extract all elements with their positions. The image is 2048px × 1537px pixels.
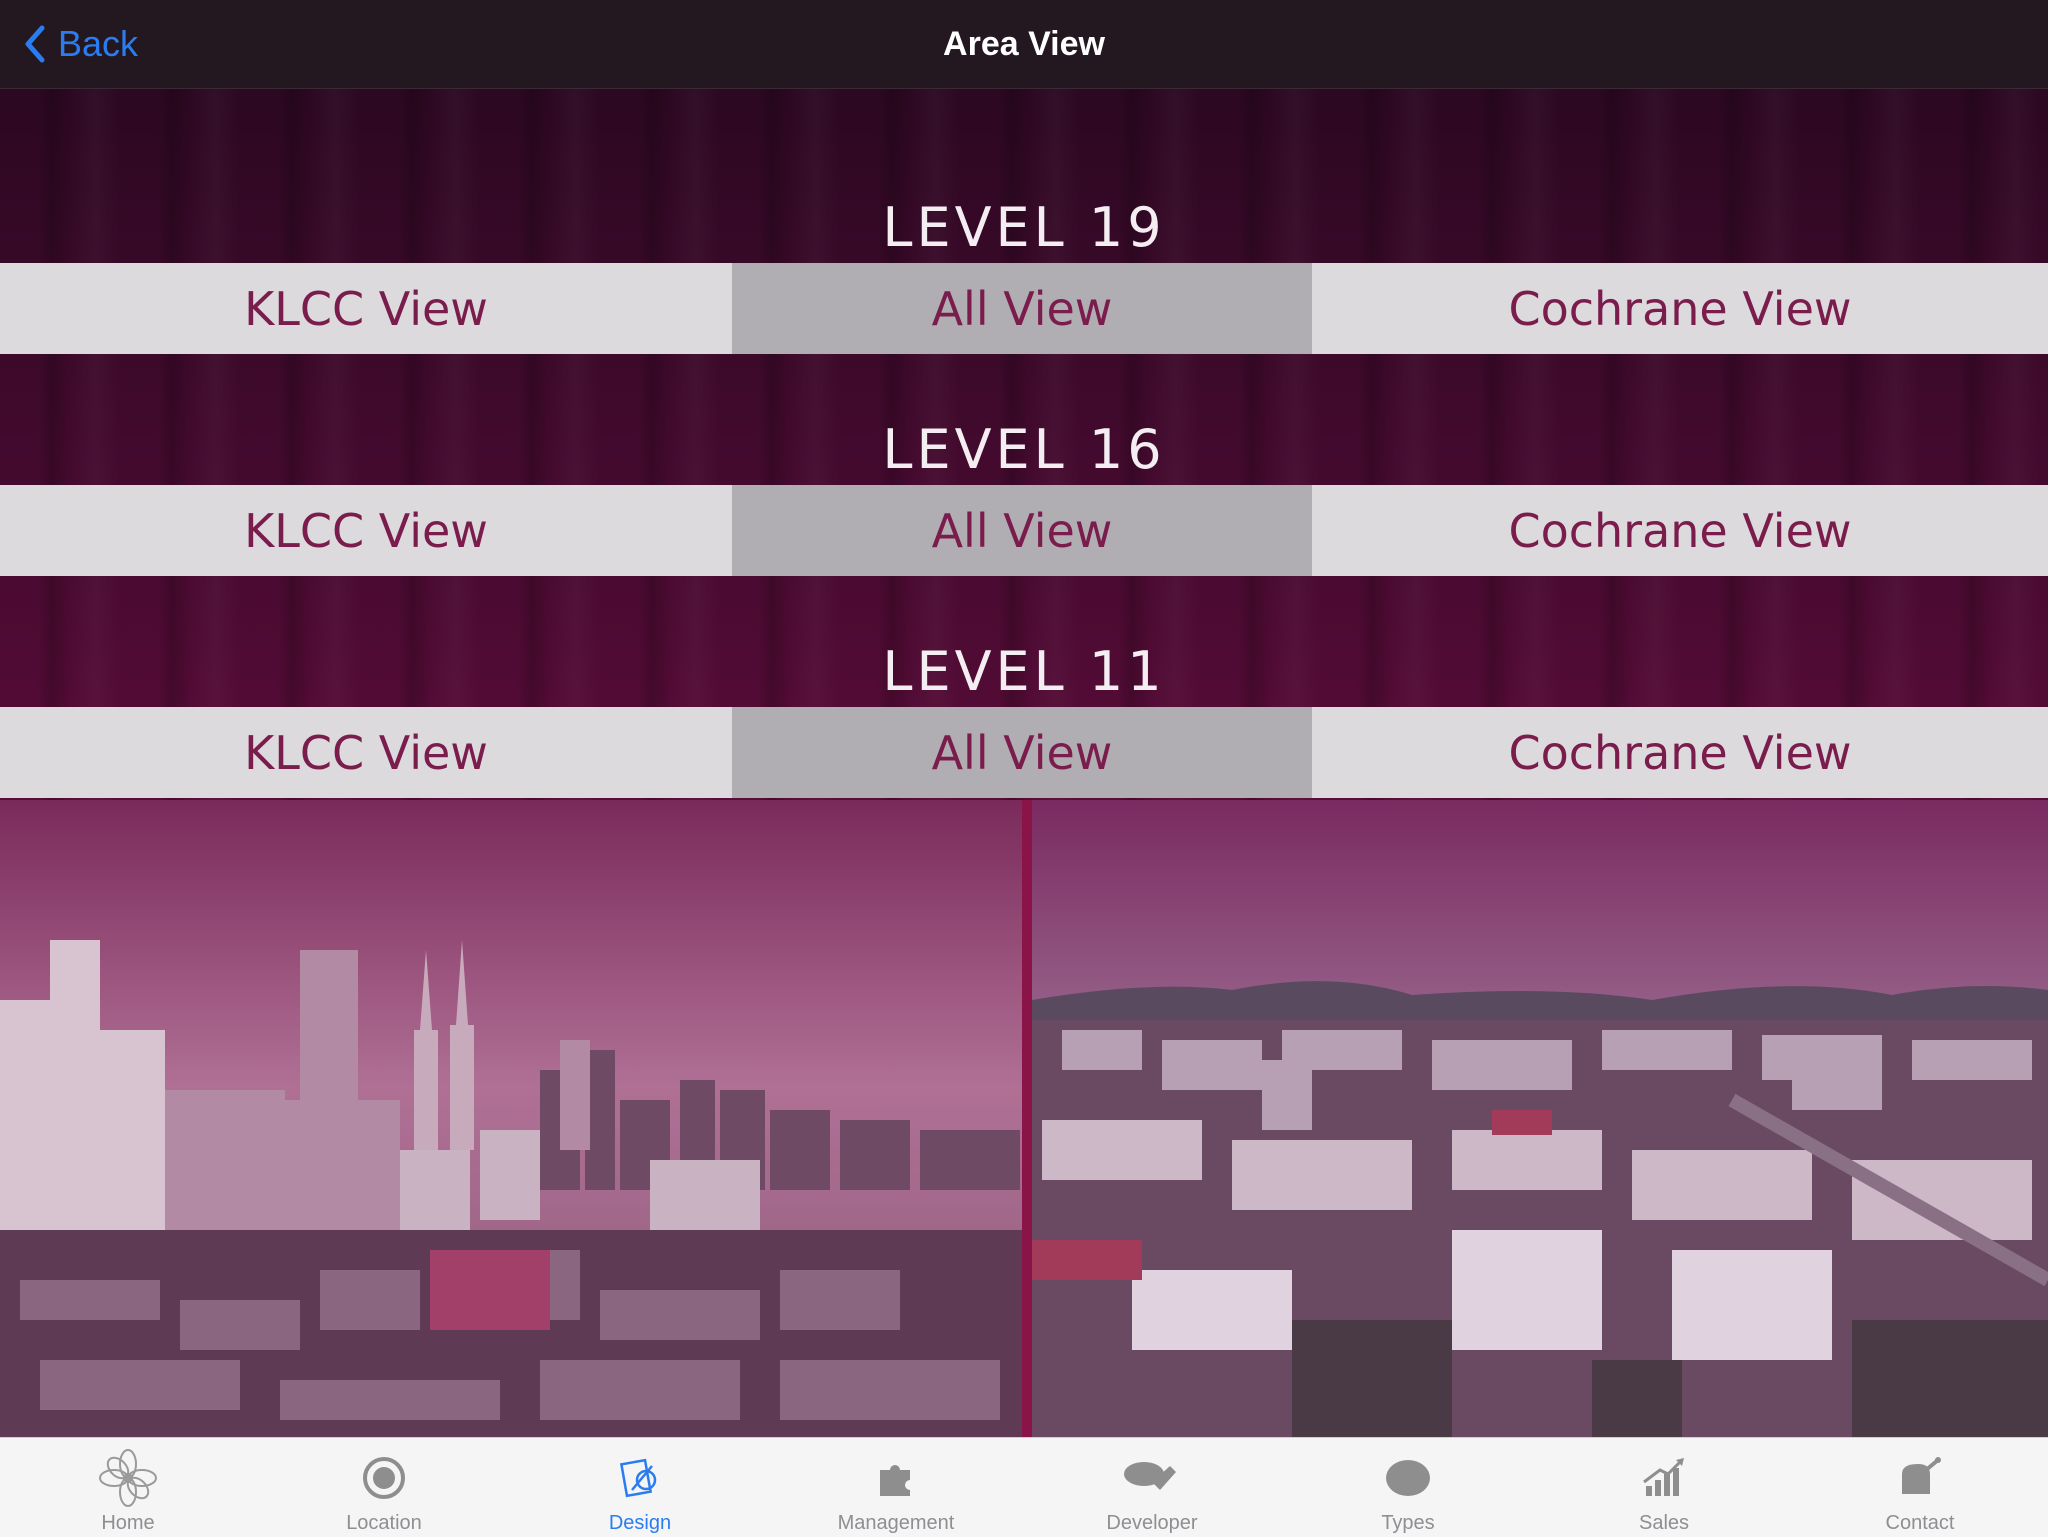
level-16-klcc-view-button[interactable]: KLCC View: [0, 485, 732, 576]
cochrane-view-photo: [1032, 800, 2048, 1437]
level-19-title: LEVEL 19: [882, 196, 1166, 259]
tab-sales[interactable]: Sales: [1536, 1438, 1792, 1537]
flower-icon: [98, 1448, 158, 1508]
level-19-view-row: KLCC View All View Cochrane View: [0, 263, 2048, 354]
tab-types[interactable]: Types: [1280, 1438, 1536, 1537]
level-11-all-view-button[interactable]: All View: [732, 707, 1312, 798]
tab-home-label: Home: [101, 1512, 155, 1534]
level-11-view-row: KLCC View All View Cochrane View: [0, 707, 2048, 798]
tab-management-label: Management: [837, 1512, 955, 1534]
tab-sales-label: Sales: [1638, 1512, 1690, 1534]
level-11-cochrane-view-button[interactable]: Cochrane View: [1312, 707, 2048, 798]
oval-icon: [1384, 1448, 1432, 1508]
tab-location-label: Location: [346, 1512, 422, 1534]
design-icon: [618, 1448, 662, 1508]
chevron-left-icon: [25, 25, 45, 63]
chart-icon: [1640, 1448, 1688, 1508]
puzzle-icon: [874, 1448, 918, 1508]
photo-divider: [1022, 800, 1032, 1437]
level-11-title: LEVEL 11: [882, 640, 1166, 703]
navigation-bar: Back Area View: [0, 0, 2048, 89]
tab-management[interactable]: Management: [768, 1438, 1024, 1537]
tab-design-label: Design: [608, 1512, 672, 1534]
tab-home[interactable]: Home: [0, 1438, 256, 1537]
handshake-icon: [1122, 1448, 1182, 1508]
area-view-content: LEVEL 19 KLCC View All View Cochrane Vie…: [0, 89, 2048, 1437]
level-19-klcc-view-button[interactable]: KLCC View: [0, 263, 732, 354]
back-label: Back: [58, 23, 139, 64]
level-11-klcc-view-button[interactable]: KLCC View: [0, 707, 732, 798]
view-photos: [0, 800, 2048, 1437]
target-icon: [362, 1448, 406, 1508]
tab-bar: Home Location Design Management Develope…: [0, 1437, 2048, 1537]
back-button[interactable]: Back: [22, 0, 138, 88]
tab-developer-label: Developer: [1106, 1512, 1198, 1534]
tab-developer[interactable]: Developer: [1024, 1438, 1280, 1537]
tab-types-label: Types: [1381, 1512, 1435, 1534]
tab-contact-label: Contact: [1885, 1512, 1955, 1534]
tab-design[interactable]: Design: [512, 1438, 768, 1537]
level-19-all-view-button[interactable]: All View: [732, 263, 1312, 354]
level-19-cochrane-view-button[interactable]: Cochrane View: [1312, 263, 2048, 354]
level-16-all-view-button[interactable]: All View: [732, 485, 1312, 576]
contact-icon: [1896, 1448, 1944, 1508]
level-16-cochrane-view-button[interactable]: Cochrane View: [1312, 485, 2048, 576]
tab-contact[interactable]: Contact: [1792, 1438, 2048, 1537]
klcc-view-photo: [0, 800, 1022, 1437]
tab-location[interactable]: Location: [256, 1438, 512, 1537]
level-16-view-row: KLCC View All View Cochrane View: [0, 485, 2048, 576]
level-16-title: LEVEL 16: [882, 418, 1166, 481]
page-title: Area View: [943, 24, 1105, 63]
